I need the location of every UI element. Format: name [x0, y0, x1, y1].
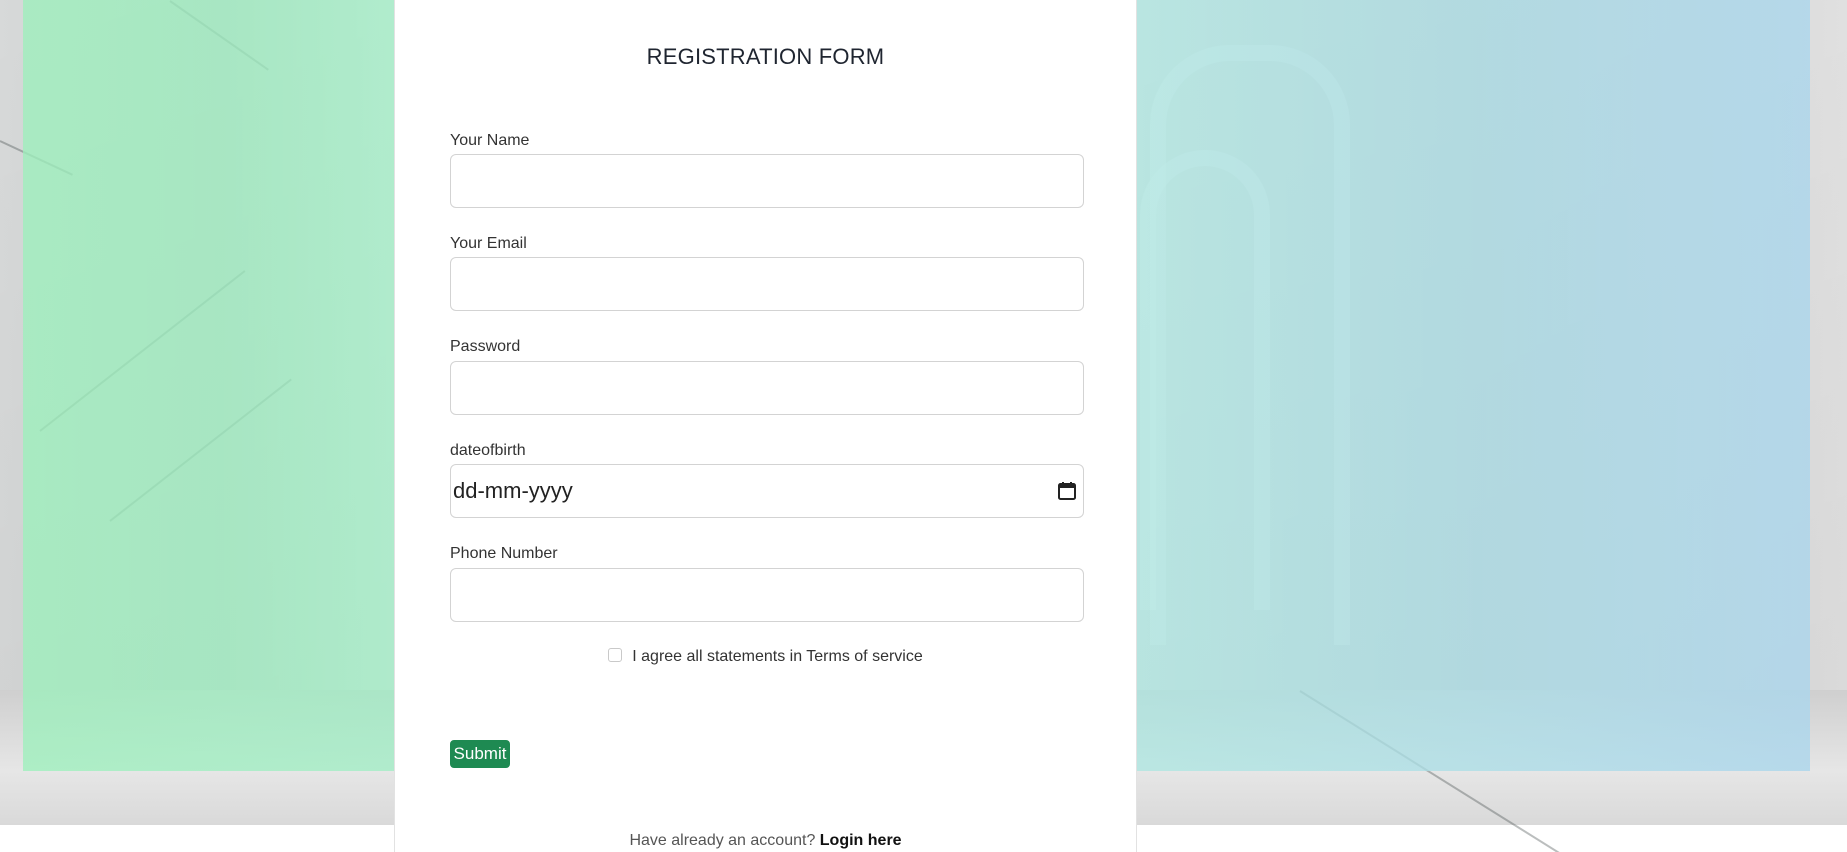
phone-input[interactable]: [450, 568, 1084, 622]
terms-label: I agree all statements in Terms of servi…: [632, 648, 923, 665]
form-title: REGISTRATION FORM: [646, 44, 885, 69]
dob-placeholder: dd-mm-yyyy: [453, 478, 573, 503]
login-prompt: Have already an account?: [629, 832, 820, 849]
login-row: Have already an account? Login here: [395, 832, 1136, 850]
login-link[interactable]: Login here: [820, 832, 902, 849]
password-input[interactable]: [450, 361, 1084, 415]
dob-label: dateofbirth: [450, 442, 526, 459]
submit-button[interactable]: Submit: [450, 740, 510, 768]
email-label: Your Email: [450, 235, 527, 252]
terms-checkbox[interactable]: [608, 648, 623, 662]
calendar-icon[interactable]: [1057, 481, 1077, 501]
name-label: Your Name: [450, 132, 530, 149]
email-input[interactable]: [450, 257, 1084, 311]
registration-page: REGISTRATION FORM Your Name Your Email P…: [0, 0, 1847, 852]
password-label: Password: [450, 338, 521, 355]
phone-label: Phone Number: [450, 545, 558, 562]
name-input[interactable]: [450, 154, 1084, 208]
registration-card: REGISTRATION FORM Your Name Your Email P…: [394, 0, 1137, 852]
terms-row: I agree all statements in Terms of servi…: [395, 648, 1136, 666]
dob-input[interactable]: dd-mm-yyyy: [450, 464, 1084, 518]
